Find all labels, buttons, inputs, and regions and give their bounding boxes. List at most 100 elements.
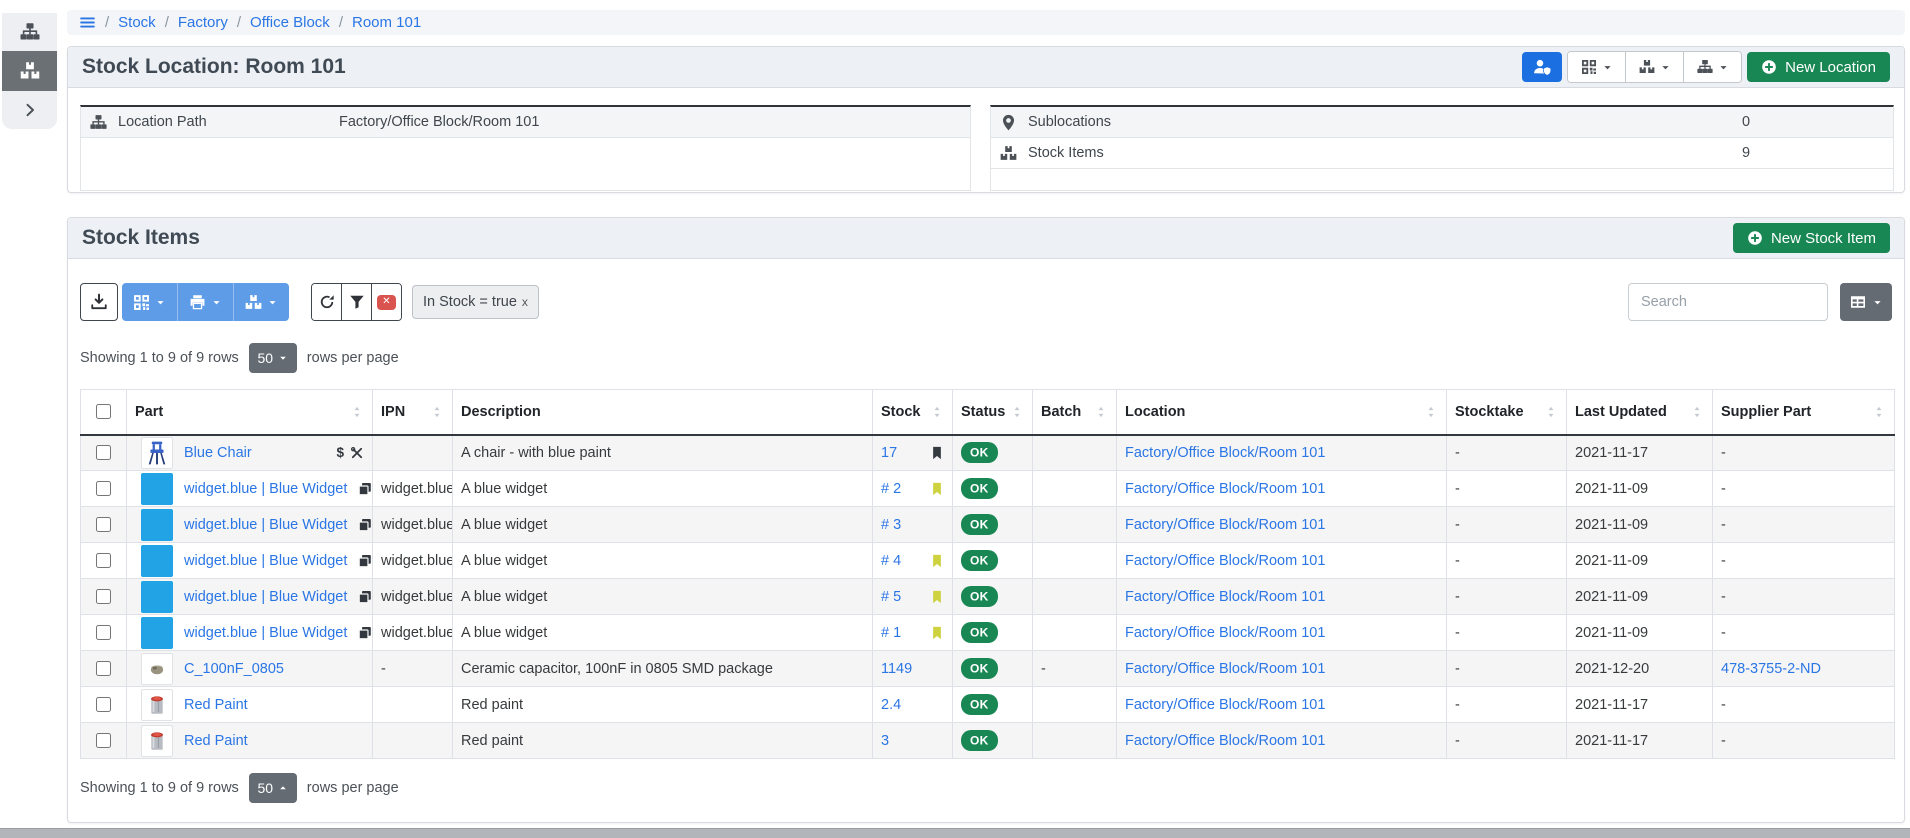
qrcode-action-button[interactable] (122, 283, 178, 321)
column-header-part[interactable]: Part (127, 390, 373, 435)
part-attribute-icons (358, 482, 372, 496)
printer-icon (189, 294, 206, 311)
location-link[interactable]: Factory/Office Block/Room 101 (1125, 589, 1325, 605)
row-checkbox[interactable] (96, 589, 111, 604)
part-link[interactable]: Red Paint (184, 697, 248, 713)
status-badge: OK (961, 586, 998, 607)
breadcrumb-link-room-101[interactable]: Room 101 (352, 14, 421, 31)
column-visibility-button[interactable] (1840, 283, 1892, 321)
supplier-part-cell: - (1713, 507, 1895, 543)
boxes-icon (1639, 59, 1655, 75)
boxes-action-button[interactable] (234, 283, 289, 321)
part-link[interactable]: C_100nF_0805 (184, 661, 284, 677)
stock-quantity-link[interactable]: # 3 (881, 517, 901, 533)
search-input[interactable] (1628, 283, 1828, 321)
row-checkbox[interactable] (96, 517, 111, 532)
part-link[interactable]: Red Paint (184, 733, 248, 749)
filter-chip-remove[interactable]: x (522, 295, 528, 309)
row-checkbox[interactable] (96, 445, 111, 460)
stock-quantity-link[interactable]: # 4 (881, 553, 901, 569)
part-link[interactable]: widget.blue | Blue Widget (184, 589, 347, 605)
column-header-last_updated[interactable]: Last Updated (1567, 390, 1713, 435)
hamburger-icon[interactable] (79, 14, 96, 31)
column-header-supplier_part[interactable]: Supplier Part (1713, 390, 1895, 435)
stock-quantity-link[interactable]: 2.4 (881, 697, 901, 713)
location-link[interactable]: Factory/Office Block/Room 101 (1125, 733, 1325, 749)
row-checkbox[interactable] (96, 697, 111, 712)
plus-circle-icon (1761, 59, 1777, 75)
refresh-button[interactable] (312, 284, 342, 320)
qrcode-icon (133, 294, 150, 311)
dollar-icon: $ (336, 445, 344, 460)
column-header-status[interactable]: Status (953, 390, 1033, 435)
batch-cell (1033, 579, 1117, 615)
part-link[interactable]: widget.blue | Blue Widget (184, 517, 347, 533)
location-link[interactable]: Factory/Office Block/Room 101 (1125, 445, 1325, 461)
stock-quantity-link[interactable]: 1149 (881, 661, 912, 677)
copy-icon (358, 518, 372, 532)
stock-items-table: PartIPNDescriptionStockStatusBatchLocati… (80, 389, 1895, 759)
location-link[interactable]: Factory/Office Block/Room 101 (1125, 553, 1325, 569)
last-updated-cell: 2021-12-20 (1567, 651, 1713, 687)
column-header-batch[interactable]: Batch (1033, 390, 1117, 435)
breadcrumb-link-factory[interactable]: Factory (178, 14, 228, 31)
filter-button[interactable] (342, 284, 372, 320)
stock-quantity-link[interactable]: # 1 (881, 625, 901, 641)
part-link[interactable]: Blue Chair (184, 445, 252, 461)
supplier-part-cell: - (1713, 543, 1895, 579)
boxes-menu-button[interactable] (1626, 52, 1684, 82)
breadcrumb-link-stock[interactable]: Stock (118, 14, 156, 31)
location-link[interactable]: Factory/Office Block/Room 101 (1125, 697, 1325, 713)
page-size-value: 50 (258, 350, 274, 366)
column-header-stocktake[interactable]: Stocktake (1447, 390, 1567, 435)
part-link[interactable]: widget.blue | Blue Widget (184, 553, 347, 569)
printer-action-button[interactable] (178, 283, 234, 321)
location-menu-group (1567, 51, 1742, 83)
bookmark-flag-icon (930, 482, 944, 496)
user-permissions-button[interactable] (1522, 52, 1562, 82)
location-link[interactable]: Factory/Office Block/Room 101 (1125, 625, 1325, 641)
stock-quantity-link[interactable]: 3 (881, 733, 889, 749)
new-location-button[interactable]: New Location (1747, 52, 1890, 82)
caret-down-icon (267, 297, 278, 308)
page-size-dropdown[interactable]: 50 (249, 343, 297, 373)
supplier-part-link[interactable]: 478-3755-2-ND (1721, 661, 1821, 677)
sidebar-item-chevron-right[interactable] (2, 91, 57, 129)
breadcrumb-separator: / (165, 14, 169, 31)
part-attribute-icons (358, 626, 372, 640)
sitemap-icon (20, 22, 40, 42)
row-checkbox[interactable] (96, 553, 111, 568)
column-label: Status (961, 404, 1005, 420)
column-header-ipn[interactable]: IPN (373, 390, 453, 435)
last-updated-cell: 2021-11-09 (1567, 615, 1713, 651)
clear-filter-button[interactable]: ✕ (372, 284, 401, 320)
breadcrumb-link-office-block[interactable]: Office Block (250, 14, 330, 31)
new-stock-item-button[interactable]: New Stock Item (1733, 223, 1890, 253)
column-header-check (81, 390, 127, 435)
column-header-stock[interactable]: Stock (873, 390, 953, 435)
stock-quantity-link[interactable]: 17 (881, 445, 897, 461)
part-link[interactable]: widget.blue | Blue Widget (184, 481, 347, 497)
status-badge: OK (961, 514, 998, 535)
column-header-location[interactable]: Location (1117, 390, 1447, 435)
sidebar-item-boxes[interactable] (2, 51, 57, 91)
page-size-dropdown[interactable]: 50 (249, 773, 297, 803)
row-checkbox[interactable] (96, 661, 111, 676)
sitemap-menu-button[interactable] (1684, 52, 1741, 82)
row-checkbox[interactable] (96, 625, 111, 640)
stock-items-actions: New Stock Item (1733, 223, 1890, 253)
location-link[interactable]: Factory/Office Block/Room 101 (1125, 661, 1325, 677)
row-checkbox[interactable] (96, 481, 111, 496)
qrcode-menu-button[interactable] (1568, 52, 1626, 82)
location-link[interactable]: Factory/Office Block/Room 101 (1125, 517, 1325, 533)
select-all-checkbox[interactable] (96, 404, 111, 419)
showing-text: Showing 1 to 9 of 9 rows (80, 350, 239, 366)
location-link[interactable]: Factory/Office Block/Room 101 (1125, 481, 1325, 497)
sidebar-item-sitemap[interactable] (2, 13, 57, 51)
part-link[interactable]: widget.blue | Blue Widget (184, 625, 347, 641)
row-checkbox[interactable] (96, 733, 111, 748)
ipn-cell (373, 687, 453, 723)
stock-quantity-link[interactable]: # 5 (881, 589, 901, 605)
stock-quantity-link[interactable]: # 2 (881, 481, 901, 497)
download-button[interactable] (80, 283, 118, 321)
